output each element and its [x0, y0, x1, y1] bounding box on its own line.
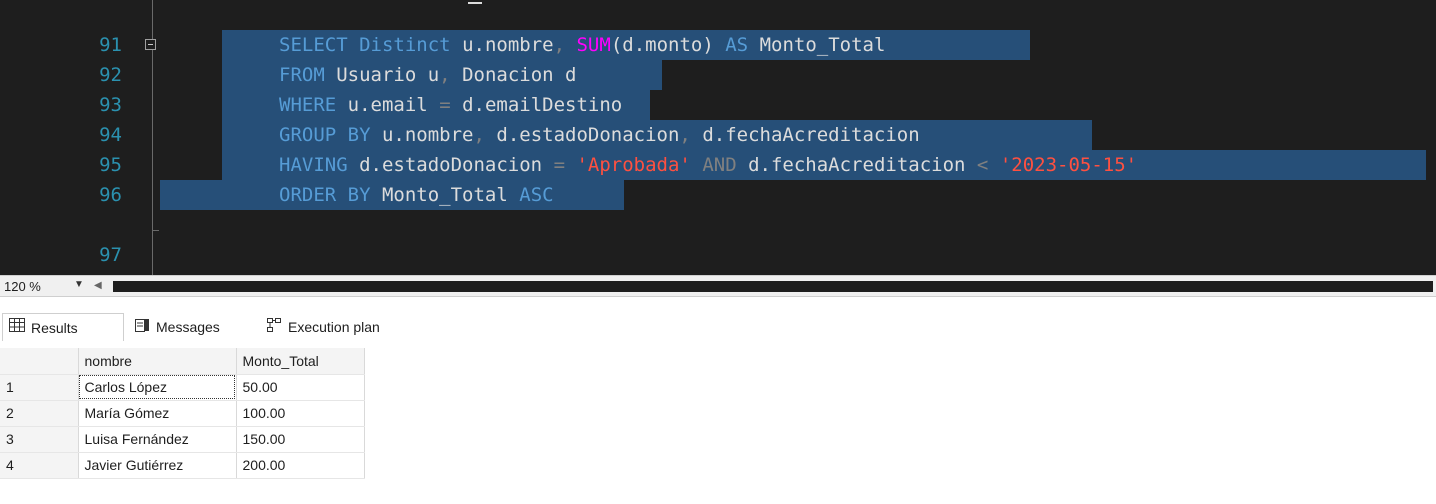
cell-nombre[interactable]: Luisa Fernández	[78, 426, 237, 453]
grid-icon	[9, 318, 25, 337]
tab-execution-plan[interactable]: Execution plan	[260, 313, 440, 341]
results-pane: Results Messages Execution plan nombre M…	[0, 297, 1436, 504]
token: d.fechaAcreditacion	[748, 154, 966, 176]
line-number: 91	[99, 34, 122, 56]
token: =	[553, 154, 566, 176]
row-number[interactable]: 1	[0, 374, 79, 401]
row-number-header[interactable]	[0, 348, 79, 375]
header-row: nombre Monto_Total	[0, 348, 365, 375]
cell-nombre[interactable]: María Gómez	[78, 400, 237, 427]
line-number: 92	[99, 64, 122, 86]
token: u.email	[347, 94, 428, 116]
token: SELECT	[279, 34, 348, 56]
code-text: GROUP BY u.nombre, d.estadoDonacion, d.f…	[279, 120, 920, 150]
column-header-monto-total[interactable]: Monto_Total	[236, 348, 365, 375]
scroll-left-arrow-icon[interactable]: ◀	[94, 280, 102, 291]
editor-status-bar: 120 % ▼ ◀	[0, 275, 1436, 297]
token: d.emailDestino	[462, 94, 623, 116]
code-line[interactable]: 92 FROM Usuario u, Donacion d	[0, 60, 1436, 90]
results-grid[interactable]: nombre Monto_Total 1 Carlos López 50.00 …	[0, 348, 365, 479]
token: '2023-05-15'	[999, 154, 1138, 176]
token: HAVING	[279, 154, 348, 176]
query-editor[interactable]: 91 SELECT Distinct u.nombre, SUM(d.monto…	[0, 0, 1436, 275]
chevron-down-icon[interactable]: ▼	[74, 279, 84, 290]
horizontal-scrollbar[interactable]	[113, 281, 1433, 292]
fold-end-marker	[152, 230, 159, 231]
cell-monto-total[interactable]: 150.00	[236, 426, 365, 453]
text-cursor-remnant	[468, 2, 482, 4]
token: ASC	[519, 184, 554, 206]
token: Usuario u	[336, 64, 440, 86]
token: SUM	[576, 34, 611, 56]
code-text: ORDER BY Monto_Total ASC	[279, 180, 554, 210]
code-text: FROM Usuario u, Donacion d	[279, 60, 576, 90]
token: ,	[553, 34, 566, 56]
token: 'Aprobada'	[576, 154, 691, 176]
token: Monto_Total	[759, 34, 886, 56]
cell-monto-total[interactable]: 200.00	[236, 452, 365, 479]
token: FROM	[279, 64, 325, 86]
token: GROUP BY	[279, 124, 371, 146]
token: d.estadoDonacion	[496, 124, 680, 146]
token: d.estadoDonacion	[359, 154, 543, 176]
token: ORDER BY	[279, 184, 371, 206]
table-row[interactable]: 1 Carlos López 50.00	[0, 374, 365, 401]
execution-plan-icon	[266, 317, 282, 338]
table-row[interactable]: 4 Javier Gutiérrez 200.00	[0, 452, 365, 479]
tab-label: Results	[31, 319, 78, 336]
token: =	[439, 94, 451, 116]
token: ,	[679, 124, 691, 146]
cell-nombre[interactable]: Carlos López	[78, 374, 237, 401]
tab-label: Messages	[156, 319, 220, 335]
line-number: 93	[99, 94, 122, 116]
code-line[interactable]: 91 SELECT Distinct u.nombre, SUM(d.monto…	[0, 30, 1436, 60]
cell-monto-total[interactable]: 100.00	[236, 400, 365, 427]
token: u.nombre	[462, 34, 554, 56]
column-header-nombre[interactable]: nombre	[78, 348, 237, 375]
table-row[interactable]: 3 Luisa Fernández 150.00	[0, 426, 365, 453]
token: AS	[725, 34, 749, 56]
code-line[interactable]: 97	[0, 240, 1436, 270]
line-number: 97	[99, 244, 122, 266]
token: u.nombre	[381, 124, 474, 146]
token: WHERE	[279, 94, 337, 116]
code-line[interactable]: 96 ORDER BY Monto_Total ASC	[0, 180, 1436, 210]
code-text: WHERE u.email = d.emailDestino	[279, 90, 622, 120]
zoom-level[interactable]: 120 %	[4, 279, 41, 294]
table-row[interactable]: 2 María Gómez 100.00	[0, 400, 365, 427]
token: ,	[473, 124, 485, 146]
line-number: 96	[99, 184, 122, 206]
code-text: HAVING d.estadoDonacion = 'Aprobada' AND…	[279, 150, 1137, 180]
tab-results[interactable]: Results	[2, 313, 124, 341]
cell-nombre[interactable]: Javier Gutiérrez	[78, 452, 237, 479]
line-number: 94	[99, 124, 122, 146]
token: Donacion d	[462, 64, 577, 86]
results-tabbar: Results Messages Execution plan	[0, 313, 1436, 341]
token: ,	[439, 64, 451, 86]
code-line[interactable]: 94 GROUP BY u.nombre, d.estadoDonacion, …	[0, 120, 1436, 150]
token: AND	[702, 154, 737, 176]
token: Distinct	[359, 34, 451, 56]
cell-monto-total[interactable]: 50.00	[236, 374, 365, 401]
row-number[interactable]: 3	[0, 426, 79, 453]
code-text: SELECT Distinct u.nombre, SUM(d.monto) A…	[279, 30, 885, 60]
tab-label: Execution plan	[288, 319, 380, 335]
token: d.fechaAcreditacion	[702, 124, 920, 146]
code-line[interactable]: 93 WHERE u.email = d.emailDestino	[0, 90, 1436, 120]
row-number[interactable]: 2	[0, 400, 79, 427]
token: <	[976, 154, 989, 176]
tab-messages[interactable]: Messages	[128, 313, 258, 341]
token: Monto_Total	[381, 184, 508, 206]
code-line[interactable]: 95 HAVING d.estadoDonacion = 'Aprobada' …	[0, 150, 1436, 180]
row-number[interactable]: 4	[0, 452, 79, 479]
token: (d.monto)	[610, 34, 714, 56]
line-number: 95	[99, 154, 122, 176]
messages-icon	[134, 317, 150, 338]
